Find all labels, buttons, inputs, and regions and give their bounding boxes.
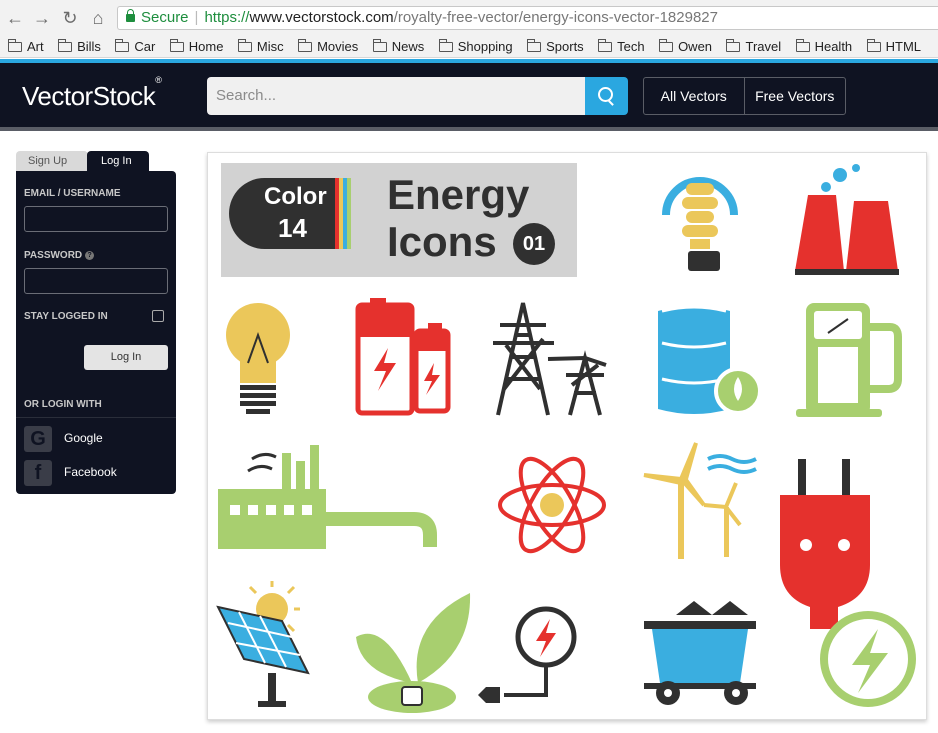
bookmark-news[interactable]: News bbox=[372, 36, 424, 57]
electric-plug-icon bbox=[780, 459, 870, 629]
batteries-icon bbox=[355, 298, 451, 416]
stay-logged-in-checkbox[interactable] bbox=[152, 310, 164, 322]
password-label: PASSWORD? bbox=[24, 250, 95, 261]
facebook-login-button[interactable]: f Facebook bbox=[24, 460, 168, 486]
bookmark-misc[interactable]: Misc bbox=[237, 36, 284, 57]
folder-icon bbox=[438, 39, 453, 52]
bookmark-html[interactable]: HTML bbox=[866, 36, 921, 57]
home-icon[interactable]: ⌂ bbox=[88, 8, 108, 28]
bookmark-shopping[interactable]: Shopping bbox=[438, 36, 513, 57]
login-panel: EMAIL / USERNAME PASSWORD? STAY LOGGED I… bbox=[16, 171, 176, 494]
bookmark-art[interactable]: Art bbox=[8, 36, 44, 57]
secure-label: Secure bbox=[141, 9, 189, 26]
folder-icon bbox=[598, 39, 613, 52]
stay-logged-in-label: STAY LOGGED IN bbox=[24, 311, 108, 322]
folder-icon bbox=[795, 39, 810, 52]
folder-icon bbox=[659, 39, 674, 52]
help-icon[interactable]: ? bbox=[85, 250, 95, 260]
plant-socket-icon bbox=[356, 593, 471, 713]
folder-icon bbox=[372, 39, 387, 52]
power-plant-icon bbox=[795, 164, 899, 275]
site-header: VectorStock® Search... All Vectors Free … bbox=[0, 59, 938, 131]
url-scheme: https:// bbox=[204, 9, 250, 26]
fuel-pump-icon bbox=[796, 303, 902, 417]
bookmark-movies[interactable]: Movies bbox=[298, 36, 358, 57]
address-bar[interactable]: Secure | https://www.vectorstock.com/royal… bbox=[117, 6, 938, 30]
nav-free-vectors[interactable]: Free Vectors bbox=[745, 78, 846, 114]
log-in-button[interactable]: Log In bbox=[84, 345, 168, 370]
forward-arrow-icon[interactable]: → bbox=[32, 8, 52, 28]
search-icon bbox=[598, 87, 613, 102]
folder-icon bbox=[298, 39, 313, 52]
url-host: www.vectorstock.com bbox=[249, 9, 394, 26]
bookmarks-bar: Art Bills Car Home Misc Movies News Shop… bbox=[0, 36, 938, 58]
bookmark-health[interactable]: Health bbox=[795, 36, 852, 57]
search-button[interactable] bbox=[585, 77, 628, 115]
bookmark-car[interactable]: Car bbox=[115, 36, 155, 57]
lock-icon bbox=[126, 9, 135, 22]
search-input[interactable]: Search... bbox=[207, 77, 585, 115]
bookmark-tech[interactable]: Tech bbox=[598, 36, 645, 57]
back-arrow-icon[interactable]: ← bbox=[5, 8, 25, 28]
folder-icon bbox=[8, 39, 22, 52]
folder-icon bbox=[115, 39, 130, 52]
facebook-icon: f bbox=[24, 460, 52, 486]
folder-icon bbox=[237, 39, 252, 52]
tab-log-in[interactable]: Log In bbox=[87, 151, 149, 171]
tab-sign-up[interactable]: Sign Up bbox=[16, 151, 88, 171]
bookmark-travel[interactable]: Travel bbox=[726, 36, 781, 57]
factory-pipeline-icon bbox=[218, 445, 437, 549]
folder-icon bbox=[726, 39, 741, 52]
folder-icon bbox=[169, 39, 184, 52]
bookmark-sports[interactable]: Sports bbox=[527, 36, 584, 57]
bookmark-owen[interactable]: Owen bbox=[659, 36, 712, 57]
oil-barrel-icon bbox=[658, 305, 762, 415]
coal-cart-icon bbox=[644, 601, 756, 705]
bookmark-home[interactable]: Home bbox=[169, 36, 223, 57]
password-field[interactable] bbox=[24, 268, 168, 294]
wind-turbines-icon bbox=[643, 442, 757, 559]
preview-image[interactable]: Color 14 Energy Icons 01 bbox=[207, 152, 927, 720]
nav-all-vectors[interactable]: All Vectors bbox=[644, 78, 745, 114]
url-path: /royalty-free-vector/energy-icons-vector… bbox=[393, 9, 718, 26]
google-login-button[interactable]: G Google bbox=[24, 426, 168, 452]
folder-icon bbox=[58, 39, 73, 52]
divider bbox=[16, 417, 176, 418]
nav-group: All Vectors Free Vectors bbox=[643, 77, 846, 115]
google-icon: G bbox=[24, 426, 52, 452]
energy-icons-art bbox=[216, 164, 916, 713]
folder-icon bbox=[866, 39, 881, 52]
email-label: EMAIL / USERNAME bbox=[24, 188, 121, 199]
atom-icon bbox=[498, 456, 606, 554]
browser-toolbar: ← → ↻ ⌂ Secure | https://www.vectorstock.c… bbox=[0, 0, 938, 36]
charging-cable-icon bbox=[478, 606, 577, 703]
energy-bolt-icon bbox=[820, 611, 916, 707]
reload-icon[interactable]: ↻ bbox=[60, 8, 80, 28]
light-bulb-cfl-icon bbox=[662, 177, 738, 271]
folder-icon bbox=[527, 39, 542, 52]
power-towers-icon bbox=[493, 302, 607, 416]
site-logo[interactable]: VectorStock® bbox=[22, 75, 162, 112]
bookmark-bills[interactable]: Bills bbox=[58, 36, 101, 57]
light-bulb-icon bbox=[226, 303, 290, 414]
solar-panel-icon bbox=[216, 581, 310, 707]
email-field[interactable] bbox=[24, 206, 168, 232]
or-login-with-label: OR LOGIN WITH bbox=[24, 399, 102, 410]
